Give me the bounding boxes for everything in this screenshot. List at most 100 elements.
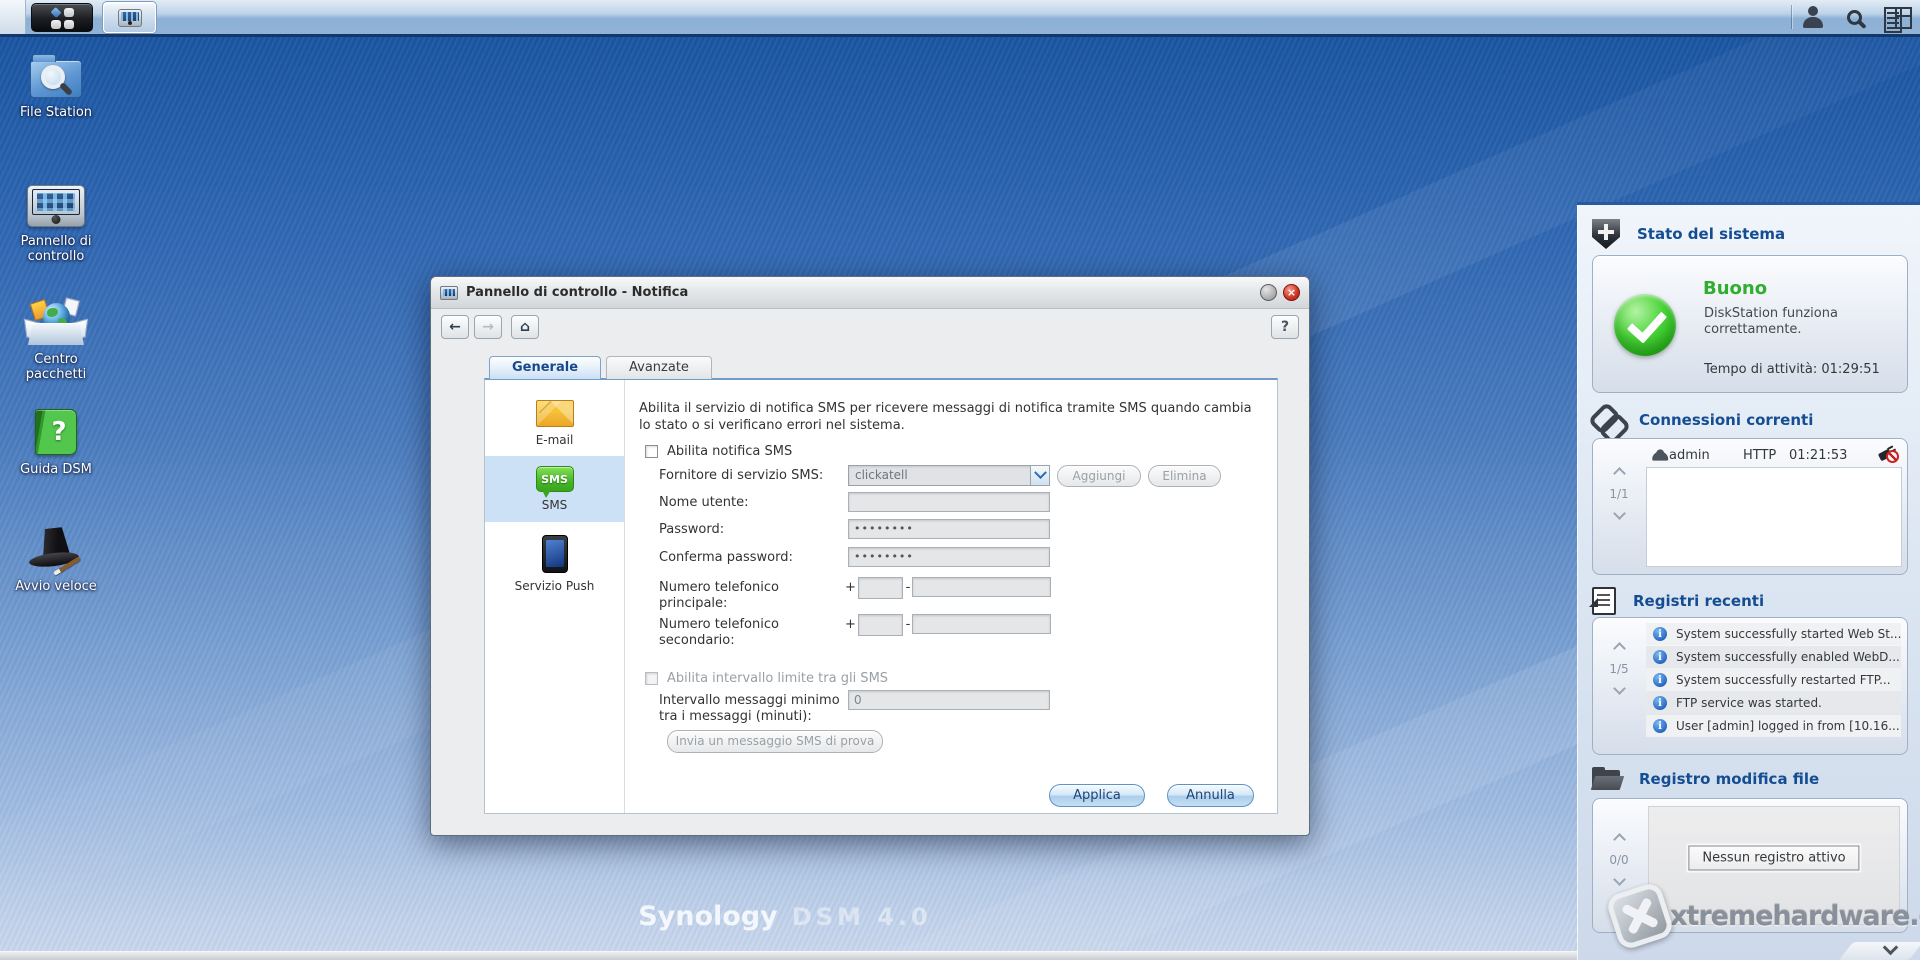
connections-card: 1/1 admin HTTP 01:21:53	[1592, 438, 1908, 575]
desktop-icon-package-center[interactable]: Centro pacchetti	[8, 295, 104, 382]
package-center-icon	[23, 297, 89, 345]
disconnect-icon[interactable]	[1877, 447, 1899, 463]
secondary-country-code-field[interactable]	[858, 614, 903, 636]
log-row[interactable]: i System successfully enabled WebD...	[1646, 646, 1901, 668]
taskbar-separator	[1791, 5, 1792, 29]
widget-title: Registri recenti	[1633, 592, 1765, 610]
add-provider-button[interactable]: Aggiungi	[1057, 465, 1141, 487]
desktop-icon-quick-launch[interactable]: Avvio veloce	[8, 522, 104, 594]
no-active-log-badge: Nessun registro attivo	[1688, 845, 1860, 871]
page-down-icon[interactable]	[1612, 873, 1626, 886]
desktop-icon-label: Pannello di controllo	[20, 234, 92, 264]
info-icon: i	[1653, 650, 1667, 664]
show-desktop-corner[interactable]	[0, 0, 26, 34]
log-text: System successfully enabled WebD...	[1676, 650, 1900, 664]
interval-field[interactable]: 0	[848, 690, 1050, 710]
sidebar-item-label: E-mail	[535, 432, 574, 447]
uptime-text: Tempo di attività: 01:29:51	[1704, 362, 1880, 377]
watermark-text: xtremehardware.com	[1670, 900, 1920, 932]
desktop-icon-label: File Station	[19, 105, 93, 120]
close-button[interactable]: ×	[1283, 284, 1300, 301]
page-down-icon[interactable]	[1612, 682, 1626, 695]
pager-count: 1/1	[1609, 487, 1629, 501]
minimize-button[interactable]	[1260, 284, 1277, 301]
primary-phone-field[interactable]	[912, 577, 1051, 597]
sidebar-item-push-service[interactable]: Servizio Push	[485, 522, 624, 606]
email-icon	[535, 399, 574, 427]
interval-limit-checkbox[interactable]	[645, 672, 658, 685]
connection-user: admin	[1669, 447, 1710, 463]
back-button[interactable]: ←	[441, 315, 469, 339]
document-icon	[1592, 587, 1616, 615]
user-icon[interactable]	[1801, 5, 1825, 29]
username-field[interactable]	[848, 492, 1050, 512]
desktop-icon-label: Guida DSM	[20, 462, 92, 477]
page-up-icon[interactable]	[1612, 642, 1626, 655]
widget-title: Connessioni correnti	[1639, 411, 1814, 429]
log-row[interactable]: i User [admin] logged in from [10.16...	[1646, 715, 1901, 737]
dsm-branding: Synology DSM 4.0	[0, 901, 1570, 932]
search-icon[interactable]	[1847, 9, 1862, 25]
username-label: Nome utente:	[659, 495, 749, 510]
pager-count: 0/0	[1609, 853, 1629, 867]
widget-title: Stato del sistema	[1637, 225, 1786, 243]
page-up-icon[interactable]	[1612, 833, 1626, 846]
tab-avanzate[interactable]: Avanzate	[606, 356, 712, 379]
connections-header: Connessioni correnti	[1592, 405, 1813, 435]
help-button[interactable]: ?	[1271, 315, 1299, 339]
confirm-password-field[interactable]: ••••••••	[848, 547, 1050, 567]
delete-provider-button[interactable]: Elimina	[1148, 465, 1221, 487]
widget-panel: Stato del sistema Buono DiskStation funz…	[1577, 202, 1920, 960]
password-field[interactable]: ••••••••	[848, 519, 1050, 539]
page-up-icon[interactable]	[1612, 467, 1626, 480]
main-menu-button[interactable]	[31, 3, 93, 32]
enable-sms-row: Abilita notifica SMS	[645, 444, 792, 459]
desktop-icon-label: Centro pacchetti	[25, 352, 87, 382]
primary-country-code-field[interactable]	[858, 577, 903, 599]
cancel-button[interactable]: Annulla	[1167, 784, 1254, 807]
page-down-icon[interactable]	[1612, 507, 1626, 520]
tab-generale[interactable]: Generale	[489, 356, 602, 379]
control-panel-notification-window: Pannello di controllo - Notifica × ← → ⌂…	[430, 276, 1310, 836]
desktop-icon-file-station[interactable]: File Station	[8, 52, 104, 120]
control-panel-icon	[27, 185, 85, 227]
log-text: User [admin] logged in from [10.16...	[1676, 719, 1900, 733]
send-test-sms-button[interactable]: Invia un messaggio SMS di prova	[667, 730, 883, 753]
main-menu-icon	[63, 20, 74, 29]
status-text: Buono	[1703, 278, 1768, 299]
status-ok-icon	[1614, 294, 1676, 356]
desktop-icon-control-panel[interactable]: Pannello di controllo	[8, 179, 104, 264]
sidebar-item-email[interactable]: E-mail	[485, 390, 624, 456]
log-row[interactable]: i System successfully restarted FTP...	[1646, 669, 1901, 691]
window-titlebar[interactable]: Pannello di controllo - Notifica ×	[431, 277, 1309, 309]
secondary-phone-field[interactable]	[912, 614, 1051, 634]
sidebar-item-sms[interactable]: SMS SMS	[485, 456, 624, 522]
desktop-icon-label: Avvio veloce	[15, 579, 97, 594]
watermark: xtremehardware.com	[1604, 880, 1920, 952]
log-row[interactable]: i System successfully started Web St...	[1646, 623, 1901, 645]
forward-button[interactable]: →	[474, 315, 502, 339]
sidebar-item-label: SMS	[541, 498, 568, 512]
phone-prefix: +	[845, 617, 856, 632]
desktop-icon-dsm-help[interactable]: ? Guida DSM	[8, 405, 104, 477]
home-button[interactable]: ⌂	[511, 315, 539, 339]
log-row[interactable]: i FTP service was started.	[1646, 692, 1901, 714]
recent-logs-header: Registri recenti	[1592, 587, 1764, 615]
connection-row[interactable]: admin HTTP 01:21:53	[1649, 445, 1899, 465]
chevron-down-icon[interactable]	[1030, 466, 1049, 485]
pilot-view-icon[interactable]	[1884, 7, 1912, 33]
file-log-pager: 0/0	[1599, 833, 1639, 887]
provider-select[interactable]: clickatell	[848, 465, 1050, 486]
connection-time: 01:21:53	[1789, 447, 1848, 463]
file-station-icon	[30, 54, 82, 98]
enable-sms-checkbox[interactable]	[645, 445, 658, 458]
apply-button[interactable]: Applica	[1049, 784, 1145, 807]
sms-settings-form: Abilita il servizio di notifica SMS per …	[639, 380, 1277, 813]
control-panel-icon	[440, 285, 458, 300]
magnifier-icon	[41, 65, 65, 89]
interval-limit-label: Abilita intervallo limite tra gli SMS	[667, 671, 889, 686]
taskbar-item-control-panel[interactable]	[103, 2, 156, 33]
synology-logo-text: Synology	[638, 901, 778, 932]
logs-pager: 1/5	[1599, 642, 1639, 696]
connections-list-area	[1646, 467, 1902, 567]
